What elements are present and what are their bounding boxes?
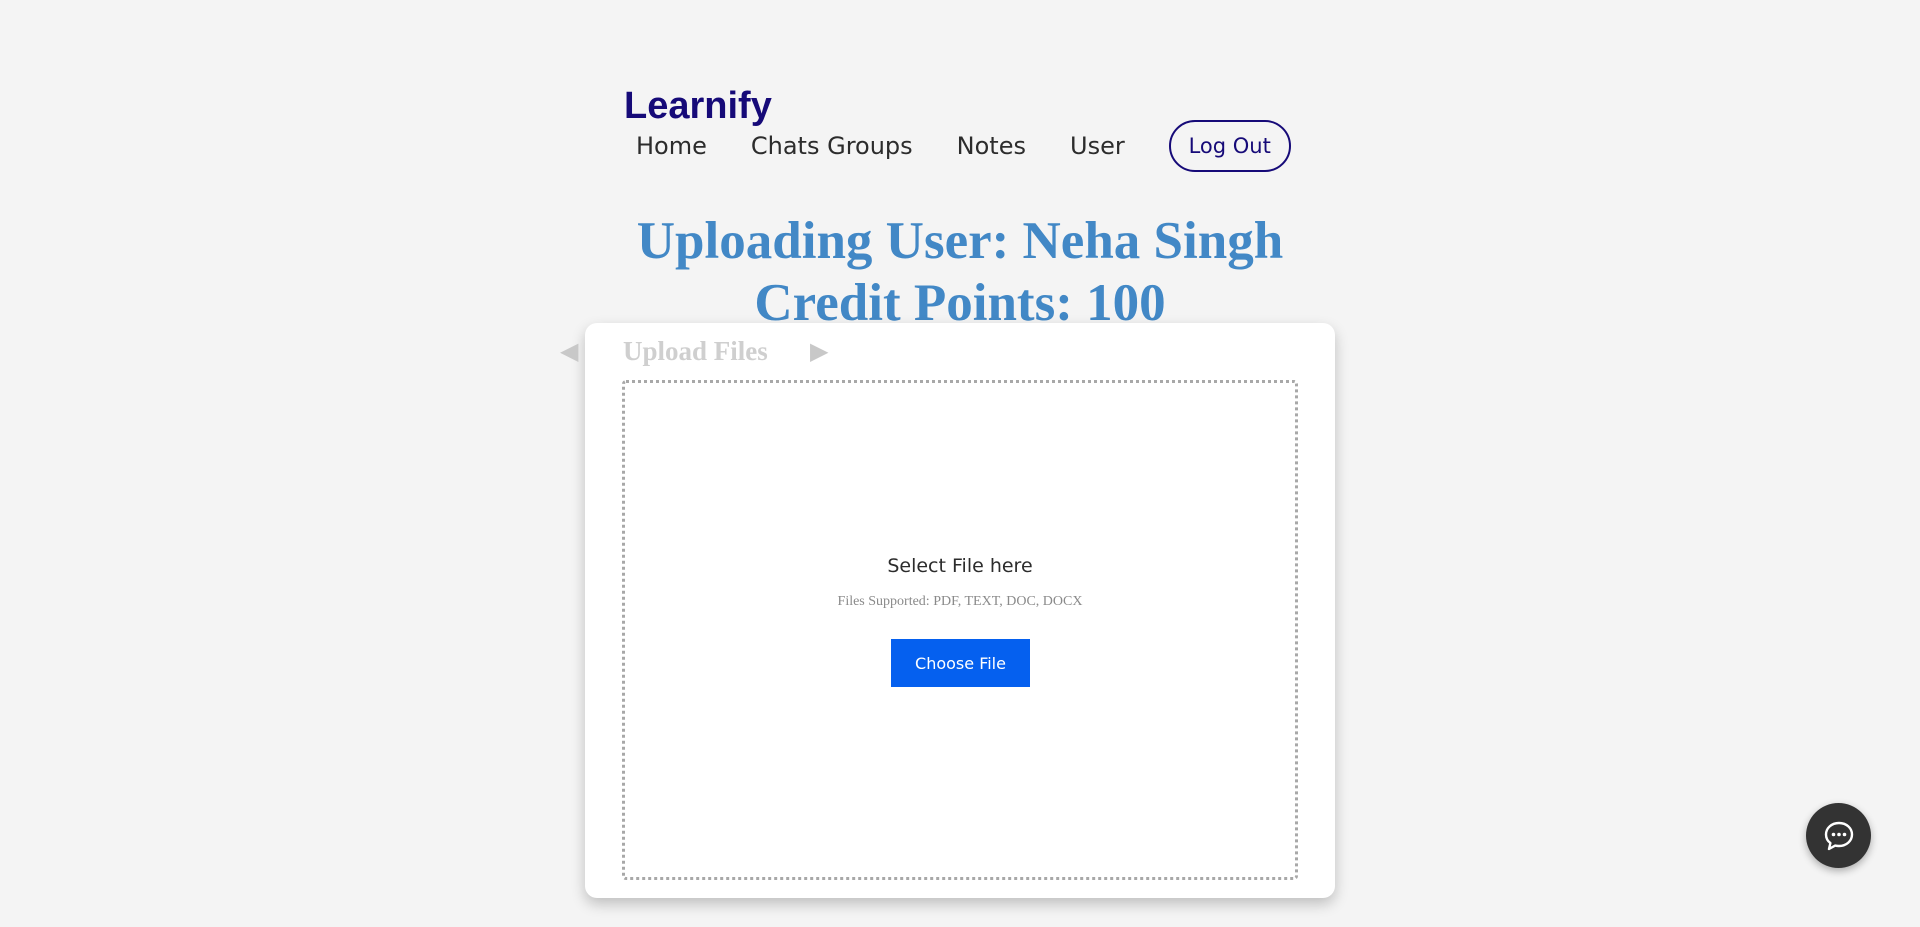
chat-bubble-icon	[1824, 821, 1853, 850]
triangle-right-icon[interactable]: ▶	[810, 339, 828, 363]
select-file-label: Select File here	[887, 555, 1033, 577]
nav-user[interactable]: User	[1070, 132, 1125, 160]
upload-files-title: Upload Files	[623, 336, 768, 366]
triangle-left-icon[interactable]: ◀	[560, 339, 578, 363]
logout-button[interactable]: Log Out	[1168, 120, 1291, 172]
uploading-user-title: Uploading User: Neha Singh	[636, 212, 1284, 270]
file-dropzone[interactable]: Select File here Files Supported: PDF, T…	[622, 380, 1298, 880]
supported-files-text: Files Supported: PDF, TEXT, DOC, DOCX	[837, 594, 1083, 609]
page-title: Uploading User: Neha Singh Credit Points…	[460, 210, 1460, 334]
choose-file-button[interactable]: Choose File	[891, 639, 1030, 687]
nav-home[interactable]: Home	[636, 132, 707, 160]
nav-notes[interactable]: Notes	[957, 132, 1026, 160]
nav-chats-groups[interactable]: Chats Groups	[751, 132, 913, 160]
main-nav: Home Chats Groups Notes User Log Out	[624, 120, 1291, 172]
chat-button[interactable]	[1806, 803, 1871, 868]
